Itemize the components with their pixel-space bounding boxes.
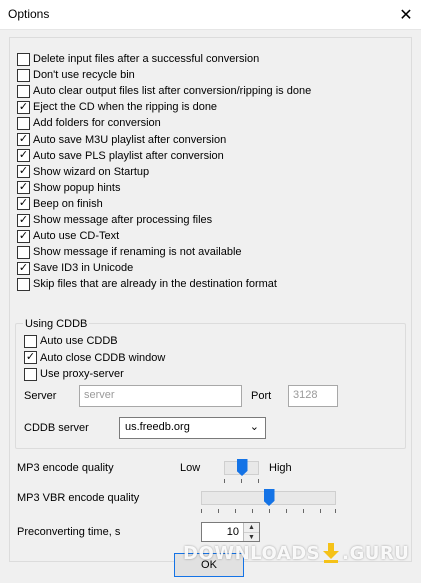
cddb-option-row[interactable]: ✓ Auto close CDDB window	[24, 350, 165, 366]
checkmark-icon: ✓	[25, 351, 36, 363]
checkmark-icon: ✓	[18, 181, 29, 194]
close-icon[interactable]: ✕	[391, 0, 421, 30]
option-row[interactable]: ✓ Eject the CD when the ripping is done	[17, 99, 217, 115]
port-field[interactable]: 3128	[288, 385, 338, 407]
chevron-down-icon: ⌄	[249, 421, 259, 433]
high-label: High	[269, 462, 292, 474]
option-row[interactable]: ✓ Auto save PLS playlist after conversion	[17, 148, 224, 164]
option-label: Auto save PLS playlist after conversion	[33, 149, 224, 162]
checkbox[interactable]: ✓	[17, 229, 30, 243]
option-row[interactable]: ✓Delete input files after a successful c…	[17, 51, 259, 67]
preconvert-value: 10	[226, 526, 239, 538]
cddb-server-value: us.freedb.org	[125, 421, 190, 433]
watermark: DOWNLOADS .GURU	[183, 538, 409, 568]
watermark-left: DOWNLOADS	[183, 542, 321, 564]
option-row[interactable]: ✓ Show message after processing files	[17, 212, 212, 228]
option-label: Beep on finish	[33, 197, 103, 210]
checkbox[interactable]: ✓	[24, 334, 37, 348]
checkbox[interactable]: ✓	[17, 84, 30, 98]
checkbox[interactable]: ✓	[17, 100, 30, 114]
checkbox[interactable]: ✓	[17, 245, 30, 259]
cddb-option-label: Use proxy-server	[40, 368, 124, 380]
option-row[interactable]: ✓ Show popup hints	[17, 180, 120, 196]
option-label: Eject the CD when the ripping is done	[33, 101, 218, 114]
port-label: Port	[251, 390, 272, 402]
title-bar: Options ✕	[0, 0, 421, 30]
spin-up-icon[interactable]: ▲	[244, 523, 259, 532]
option-label: Auto save M3U playlist after conversion	[33, 133, 227, 146]
checkbox[interactable]: ✓	[17, 68, 30, 82]
checkbox[interactable]: ✓	[17, 197, 30, 211]
cddb-option-row[interactable]: ✓Auto use CDDB	[24, 333, 118, 349]
checkmark-icon: ✓	[18, 133, 29, 145]
option-label: Don't use recycle bin	[33, 69, 135, 82]
option-label: Show message if renaming is not availabl…	[33, 246, 242, 259]
cddb-server-label: CDDB server	[24, 422, 89, 434]
option-row[interactable]: ✓Add folders for conversion	[17, 115, 161, 131]
checkmark-icon: ✓	[18, 149, 29, 162]
option-row[interactable]: ✓Don't use recycle bin	[17, 67, 135, 83]
mp3-vbr-label: MP3 VBR encode quality	[17, 492, 140, 504]
server-label: Server	[24, 390, 57, 402]
low-label: Low	[180, 462, 201, 474]
cddb-option-row[interactable]: ✓Use proxy-server	[24, 366, 124, 382]
checkmark-icon: ✓	[18, 165, 29, 178]
option-label: Skip files that are already in the desti…	[33, 278, 277, 291]
checkbox[interactable]: ✓	[17, 277, 30, 291]
mp3-quality-label: MP3 encode quality	[17, 462, 114, 474]
mp3-vbr-ticks	[201, 509, 336, 514]
checkmark-icon: ✓	[18, 229, 29, 242]
window-title: Options	[8, 7, 50, 21]
checkmark-icon: ✓	[18, 213, 29, 226]
checkbox[interactable]: ✓	[24, 367, 37, 381]
option-row[interactable]: ✓Skip files that are already in the dest…	[17, 276, 277, 292]
cddb-option-label: Auto close CDDB window	[40, 351, 166, 364]
cddb-server-select[interactable]: us.freedb.org ⌄	[119, 417, 266, 439]
option-label: Delete input files after a successful co…	[33, 53, 260, 65]
download-arrow-icon	[322, 542, 340, 564]
mp3-quality-ticks	[224, 479, 259, 484]
option-row[interactable]: ✓ Show wizard on Startup	[17, 164, 149, 180]
server-field[interactable]: server	[79, 385, 242, 407]
option-label: Auto clear output files list after conve…	[33, 85, 312, 98]
checkmark-icon: ✓	[18, 261, 29, 274]
option-label: Show wizard on Startup	[33, 165, 150, 178]
checkbox[interactable]: ✓	[24, 351, 37, 364]
checkbox[interactable]: ✓	[17, 213, 30, 227]
checkbox[interactable]: ✓	[17, 149, 30, 163]
option-row[interactable]: ✓ Save ID3 in Unicode	[17, 260, 133, 276]
option-label: Show message after processing files	[33, 214, 213, 226]
option-label: Add folders for conversion	[33, 117, 161, 130]
option-row[interactable]: ✓Show message if renaming is not availab…	[17, 244, 242, 260]
watermark-right: .GURU	[342, 542, 410, 564]
checkbox[interactable]: ✓	[17, 165, 30, 179]
option-row[interactable]: ✓ Beep on finish	[17, 196, 103, 212]
checkmark-icon: ✓	[18, 100, 29, 113]
checkbox[interactable]: ✓	[17, 261, 30, 275]
checkbox[interactable]: ✓	[17, 52, 30, 66]
option-label: Show popup hints	[33, 181, 121, 194]
checkbox[interactable]: ✓	[17, 116, 30, 130]
checkbox[interactable]: ✓	[17, 181, 30, 195]
cddb-option-label: Auto use CDDB	[40, 335, 118, 347]
checkmark-icon: ✓	[18, 197, 29, 210]
option-row[interactable]: ✓Auto clear output files list after conv…	[17, 83, 311, 99]
option-row[interactable]: ✓ Auto save M3U playlist after conversion	[17, 132, 226, 148]
option-label: Auto use CD-Text	[33, 230, 120, 243]
option-label: Save ID3 in Unicode	[33, 262, 134, 275]
cddb-group-label: Using CDDB	[23, 318, 90, 330]
preconvert-label: Preconverting time, s	[17, 526, 121, 538]
option-row[interactable]: ✓ Auto use CD-Text	[17, 228, 119, 244]
checkbox[interactable]: ✓	[17, 133, 30, 146]
